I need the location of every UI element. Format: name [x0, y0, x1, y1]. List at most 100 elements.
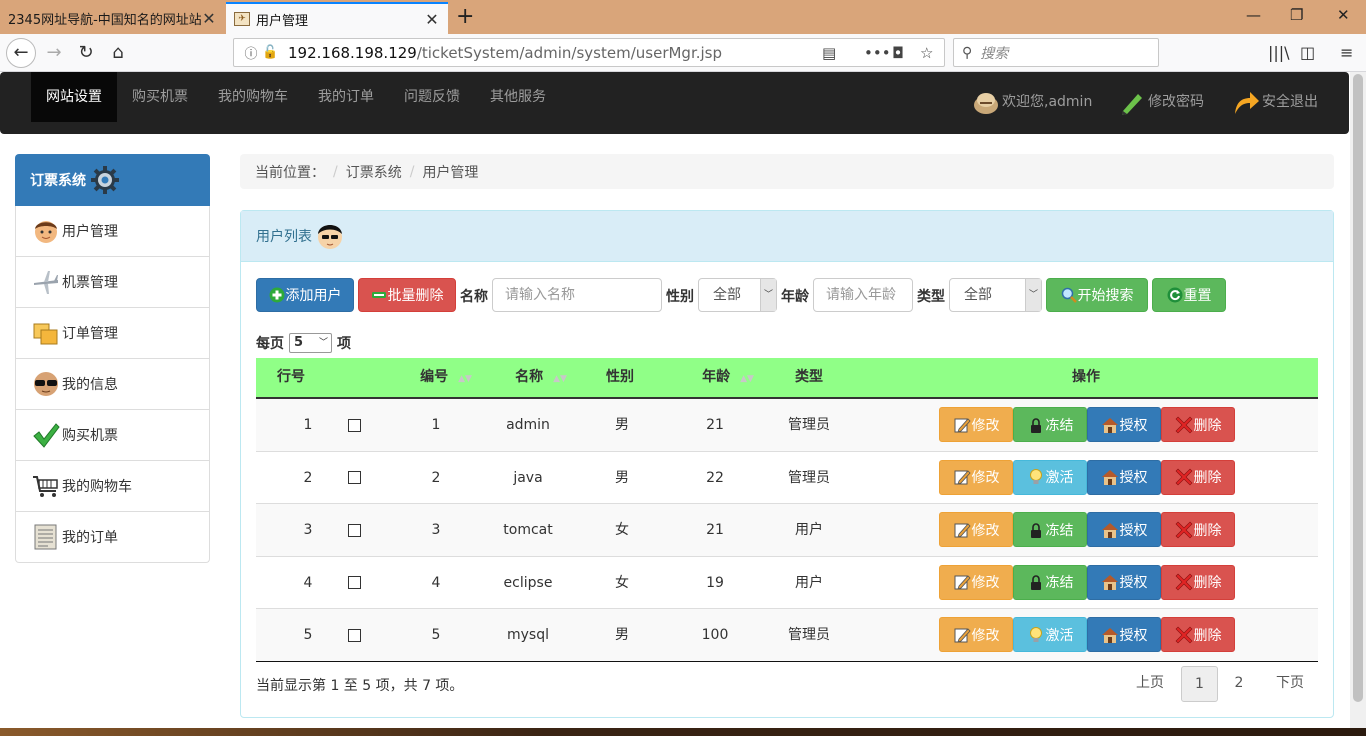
batch-delete-label: 批量删除: [387, 288, 444, 304]
home-icon[interactable]: ⌂: [104, 39, 132, 67]
sidebar-item-label: 订单管理: [62, 326, 118, 342]
type-filter-value: 全部: [964, 287, 992, 303]
type-filter-select[interactable]: 全部 ﹀: [949, 278, 1042, 312]
gender-filter-select[interactable]: 全部 ﹀: [698, 278, 777, 312]
menu-icon[interactable]: ≡: [1340, 39, 1353, 67]
nav-feedback[interactable]: 问题反馈: [389, 72, 475, 122]
authorize-button[interactable]: 授权: [1087, 407, 1161, 442]
delete-button[interactable]: 删除: [1161, 564, 1235, 600]
user-list-panel: 用户列表 添加用户 批量删除 名称 请输入名称 性别 全部 ﹀ 年龄 请输入年龄…: [240, 210, 1334, 718]
library-icon[interactable]: |||\: [1268, 39, 1290, 67]
nav-buy-tickets[interactable]: 购买机票: [117, 72, 203, 122]
sidebar-item-buy-tickets[interactable]: 购买机票: [15, 410, 210, 461]
freeze-button[interactable]: 冻结: [1013, 564, 1087, 600]
authorize-button[interactable]: 授权: [1087, 512, 1161, 547]
page-scrollbar[interactable]: [1350, 72, 1366, 728]
auth-house-icon: [1101, 627, 1118, 643]
age-filter-input[interactable]: 请输入年龄: [813, 278, 913, 312]
batch-delete-button[interactable]: 批量删除: [358, 278, 456, 312]
freeze-button[interactable]: 冻结: [1013, 407, 1087, 442]
bookmark-star-icon[interactable]: ☆: [920, 39, 933, 68]
forward-icon[interactable]: →: [40, 39, 68, 67]
delete-button[interactable]: 删除: [1161, 512, 1235, 547]
authorize-label: 授权: [1119, 522, 1148, 539]
table-row: 1 1 admin 男 21 管理员 修改 冻结 授权 删除: [256, 399, 1318, 452]
browser-tab-2345[interactable]: 2345网址导航-中国知名的网址站 ✕: [0, 2, 225, 34]
sidebar-icon[interactable]: ◫: [1300, 39, 1315, 67]
row-checkbox[interactable]: [347, 523, 361, 537]
magnifier-icon: [1061, 287, 1077, 303]
sidebar-item-my-info[interactable]: 我的信息: [15, 359, 210, 410]
per-page-select[interactable]: 5 ﹀: [289, 333, 332, 353]
pocket-icon[interactable]: ◘: [892, 39, 904, 68]
welcome-user[interactable]: 欢迎您,admin: [972, 88, 1092, 116]
row-checkbox[interactable]: [347, 576, 361, 589]
new-tab-icon[interactable]: +: [456, 4, 474, 29]
url-bar[interactable]: ⓘ 🔓 192.168.198.129/ticketSystem/admin/s…: [233, 38, 945, 67]
edit-button[interactable]: 修改: [939, 617, 1013, 652]
delete-x-icon: [1175, 626, 1192, 643]
page-2-link[interactable]: 2: [1221, 666, 1257, 702]
breadcrumb-item-system[interactable]: 订票系统: [346, 162, 402, 182]
freeze-button[interactable]: 冻结: [1013, 512, 1087, 547]
edit-button[interactable]: 修改: [939, 459, 1013, 495]
sidebar-item-cart[interactable]: 我的购物车: [15, 461, 210, 512]
nav-orders[interactable]: 我的订单: [303, 72, 389, 122]
sidebar-item-order-mgmt[interactable]: 订单管理: [15, 308, 210, 359]
prev-page-link[interactable]: 上页: [1125, 666, 1175, 702]
delete-button[interactable]: 删除: [1161, 459, 1235, 495]
sunglasses-face-icon: [34, 372, 58, 396]
sidebar-item-user-mgmt[interactable]: 用户管理: [15, 206, 210, 257]
name-cell: tomcat: [503, 522, 553, 538]
logout-text: 安全退出: [1262, 94, 1318, 110]
delete-button[interactable]: 删除: [1161, 617, 1235, 652]
authorize-button[interactable]: 授权: [1087, 564, 1161, 600]
browser-tab-strip: 2345网址导航-中国知名的网址站 ✕ ✈ 用户管理 ✕ + — ❐ ✕: [0, 0, 1366, 34]
edit-button[interactable]: 修改: [939, 564, 1013, 600]
next-page-link[interactable]: 下页: [1263, 666, 1317, 702]
nav-cart[interactable]: 我的购物车: [203, 72, 303, 122]
info-icon[interactable]: ⓘ: [240, 43, 262, 62]
reset-button[interactable]: 重置: [1152, 278, 1226, 312]
toggle-label: 冻结: [1045, 522, 1074, 539]
search-input[interactable]: ⚲ 搜索: [953, 38, 1159, 67]
page-1-link[interactable]: 1: [1181, 666, 1218, 702]
delete-label: 删除: [1193, 575, 1222, 591]
row-checkbox[interactable]: [347, 471, 361, 484]
restore-icon[interactable]: ❐: [1290, 6, 1303, 24]
col-name[interactable]: 名称 ▲▼: [501, 358, 581, 397]
close-icon[interactable]: ✕: [424, 10, 440, 29]
edit-label: 修改: [971, 417, 1000, 434]
activate-button[interactable]: 激活: [1013, 459, 1087, 495]
logout-link[interactable]: 安全退出: [1232, 88, 1318, 116]
change-password-link[interactable]: 修改密码: [1118, 88, 1204, 116]
reload-icon[interactable]: ↻: [72, 39, 100, 67]
page-actions-icon[interactable]: •••: [864, 39, 891, 68]
row-checkbox[interactable]: [347, 628, 361, 642]
sidebar-item-my-orders[interactable]: 我的订单: [15, 512, 210, 563]
sidebar-item-ticket-mgmt[interactable]: 机票管理: [15, 257, 210, 308]
reader-mode-icon[interactable]: ▤: [822, 39, 836, 68]
col-id[interactable]: 编号 ▲▼: [406, 358, 486, 397]
nav-other-services[interactable]: 其他服务: [475, 72, 561, 122]
authorize-button[interactable]: 授权: [1087, 617, 1161, 652]
activate-button[interactable]: 激活: [1013, 617, 1087, 652]
sidebar-item-label: 机票管理: [62, 275, 118, 291]
edit-button[interactable]: 修改: [939, 407, 1013, 442]
browser-tab-user-mgmt[interactable]: ✈ 用户管理 ✕: [226, 2, 448, 34]
scrollbar-thumb[interactable]: [1353, 74, 1363, 702]
nav-site-settings[interactable]: 网站设置: [31, 72, 117, 122]
name-filter-placeholder: 请输入名称: [505, 287, 575, 303]
name-filter-input[interactable]: 请输入名称: [492, 278, 662, 312]
search-button[interactable]: 开始搜索: [1046, 278, 1148, 312]
edit-button[interactable]: 修改: [939, 512, 1013, 547]
window-close-icon[interactable]: ✕: [1337, 6, 1350, 24]
add-user-button[interactable]: 添加用户: [256, 278, 354, 312]
delete-button[interactable]: 删除: [1161, 407, 1235, 442]
row-checkbox[interactable]: [347, 418, 361, 432]
col-age[interactable]: 年龄 ▲▼: [688, 358, 768, 397]
authorize-button[interactable]: 授权: [1087, 459, 1161, 495]
back-icon[interactable]: ←: [6, 38, 36, 68]
minimize-icon[interactable]: —: [1246, 6, 1261, 24]
close-icon[interactable]: ✕: [201, 9, 217, 28]
